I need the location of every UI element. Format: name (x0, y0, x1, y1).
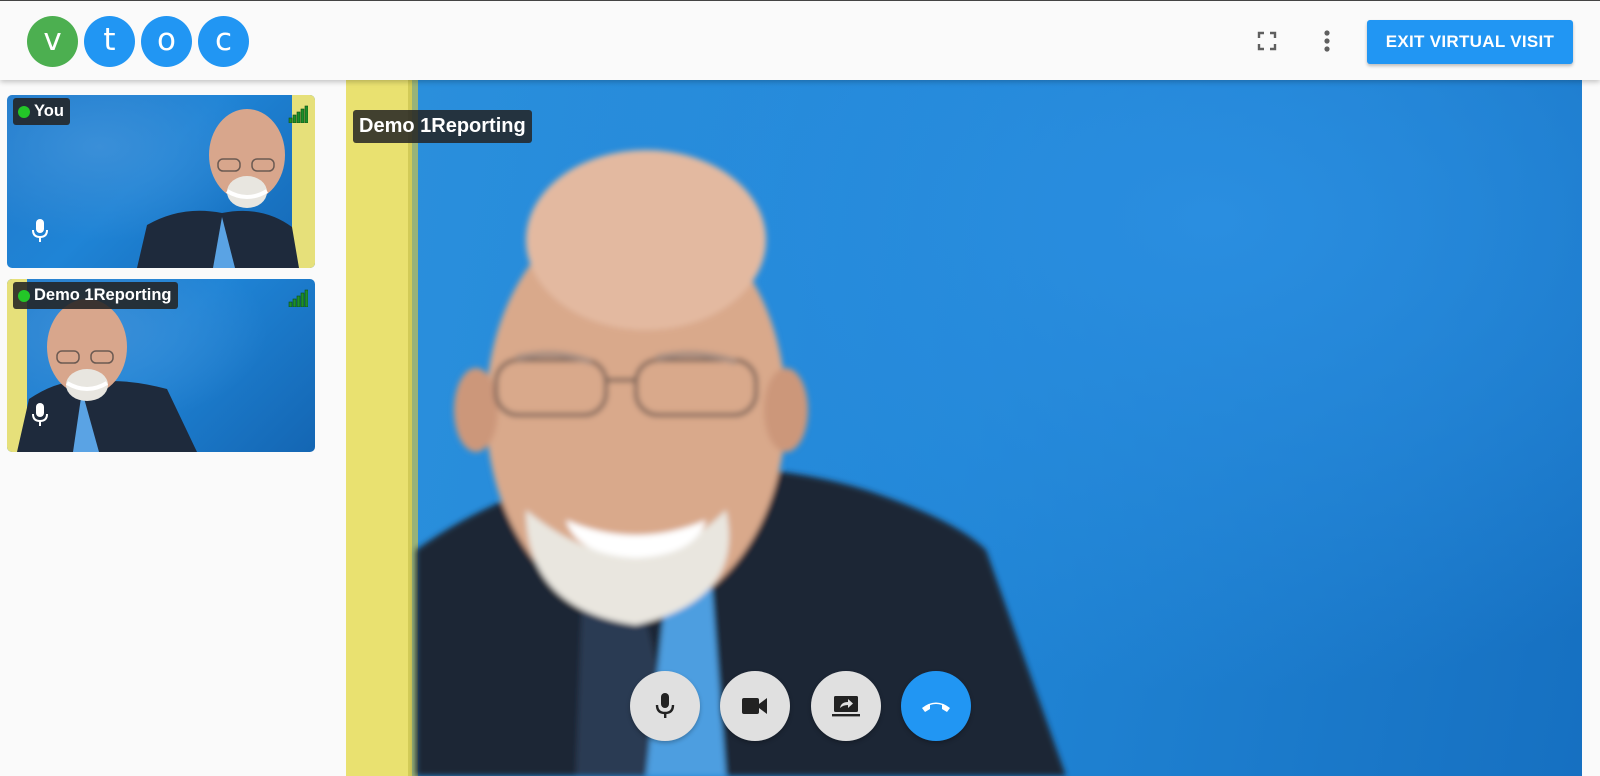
videocam-icon (742, 698, 767, 714)
more-vert-icon[interactable] (1313, 27, 1341, 55)
signal-bars-icon (288, 105, 309, 128)
mic-icon (655, 693, 675, 718)
call-end-icon (922, 702, 950, 712)
toggle-camera-button[interactable] (720, 671, 790, 741)
mute-microphone-button[interactable] (630, 671, 700, 741)
screen-share-icon (832, 696, 860, 717)
speaker-person-image (346, 80, 1066, 776)
participant-tile-you[interactable]: You (7, 95, 315, 268)
end-call-button[interactable] (901, 671, 971, 741)
online-status-dot (18, 105, 30, 118)
logo-letter-o: o (141, 16, 192, 67)
participant-tile-demo-1reporting[interactable]: Demo 1Reporting (7, 279, 315, 452)
mic-icon (31, 218, 49, 249)
screen-share-button[interactable] (811, 671, 881, 741)
participants-sidebar: You Demo 1Reporting (0, 80, 346, 776)
mic-icon (31, 402, 49, 433)
fullscreen-icon[interactable] (1253, 27, 1281, 55)
vtoc-logo: v t o c (27, 16, 249, 67)
participant-name: You (34, 102, 64, 120)
logo-letter-t: t (84, 16, 135, 67)
main-video: Demo 1Reporting (346, 80, 1582, 776)
participant-name: Demo 1Reporting (34, 286, 172, 304)
participant-name-badge: You (13, 98, 70, 125)
participant-name-badge: Demo 1Reporting (13, 282, 178, 309)
exit-virtual-visit-button[interactable]: EXIT VIRTUAL VISIT (1367, 20, 1573, 64)
logo-letter-v: v (27, 16, 78, 67)
signal-bars-icon (288, 289, 309, 312)
active-speaker-label: Demo 1Reporting (353, 110, 532, 143)
logo-letter-c: c (198, 16, 249, 67)
online-status-dot (18, 289, 30, 302)
top-app-bar: v t o c EXIT VIRTUAL VISIT (0, 0, 1600, 80)
